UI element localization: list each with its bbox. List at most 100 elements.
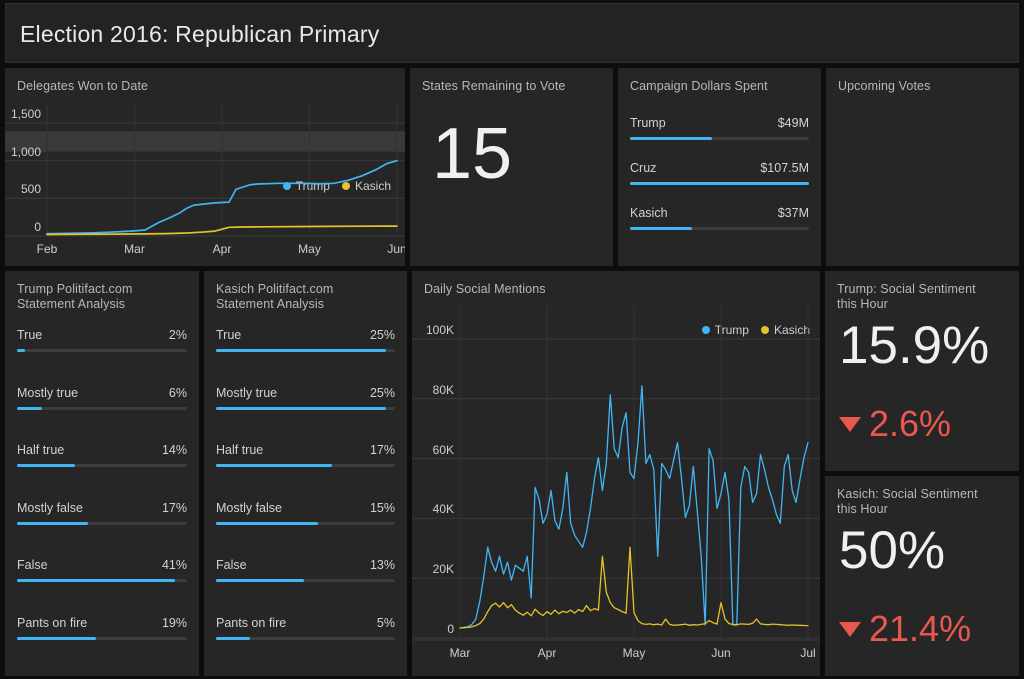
chart-highlight-band xyxy=(5,131,405,152)
trump-sentiment-delta-value: 2.6% xyxy=(869,403,952,444)
dollars-label-cruz: Cruz xyxy=(630,161,657,175)
dollars-label-trump: Trump xyxy=(630,116,666,130)
chart-social-mentions: 0 20K 40K 60K 80K 100K Mar Apr May Jun Jul xyxy=(412,305,820,676)
y-tick-label: 80K xyxy=(432,382,454,397)
y-tick-label: 1,000 xyxy=(10,144,41,159)
trump-pf-fill-half-true xyxy=(17,464,75,467)
kasich-pf-value-mostly-false: 15% xyxy=(369,500,395,515)
trump-pf-label-true: True xyxy=(17,328,43,342)
triangle-down-icon xyxy=(839,621,861,637)
panel-title-trump-politifact: Trump Politifact.com Statement Analysis xyxy=(17,282,133,311)
trump-pf-fill-mostly-false xyxy=(17,521,88,525)
trump-pf-track-half-true xyxy=(17,464,187,467)
trump-pf-track-false xyxy=(17,579,187,582)
panel-trump-politifact: Trump Politifact.com Statement Analysis … xyxy=(5,271,199,676)
dollars-value-kasich: $37M xyxy=(777,206,809,220)
trump-pf-label-mostly-false: Mostly false xyxy=(17,500,83,515)
dashboard-root: Election 2016: Republican Primary Delega… xyxy=(0,0,1024,679)
panel-trump-sentiment: Trump: Social Sentiment this Hour 15.9% … xyxy=(825,271,1019,471)
x-tick-label: Apr xyxy=(212,242,232,256)
social_mentions-svg xyxy=(412,305,820,641)
dollars-value-cruz: $107.5M xyxy=(760,161,809,175)
panel-title-kasich-sentiment: Kasich: Social Sentiment this Hour xyxy=(837,487,978,516)
dollars-track-cruz xyxy=(630,182,809,185)
kasich-pf-label-mostly-true: Mostly true xyxy=(216,385,278,400)
panel-title-states-remaining: States Remaining to Vote xyxy=(422,79,566,93)
panel-states-remaining: States Remaining to Vote 15 xyxy=(410,68,613,266)
y-tick-label: 20K xyxy=(432,562,454,577)
kasich-pf-fill-mostly-true xyxy=(216,406,387,410)
trump-pf-value-pants-on-fire: 19% xyxy=(161,615,187,630)
trump-pf-value-mostly-false: 17% xyxy=(161,500,187,515)
trump-sentiment-value: 15.9% xyxy=(839,316,990,375)
panel-title-social-mentions: Daily Social Mentions xyxy=(424,282,546,296)
trump-pf-fill-true xyxy=(17,349,26,352)
trump-pf-label-mostly-true: Mostly true xyxy=(17,385,79,400)
x-tick-label: Jul xyxy=(800,646,816,660)
x-tick-label: Apr xyxy=(537,646,557,660)
x-tick-label: Feb xyxy=(36,242,58,256)
y-tick-label: 40K xyxy=(432,502,454,517)
x-tick-label: Mar xyxy=(124,242,145,256)
y-tick-label: 0 xyxy=(447,622,454,637)
kasich-pf-label-mostly-false: Mostly false xyxy=(216,500,282,515)
kasich-pf-label-half-true: Half true xyxy=(216,443,264,457)
trump-pf-label-false: False xyxy=(17,558,48,572)
kasich-sentiment-value: 50% xyxy=(839,521,946,580)
panel-kasich-sentiment: Kasich: Social Sentiment this Hour 50% 2… xyxy=(825,476,1019,676)
kasich-pf-value-half-true: 17% xyxy=(369,443,395,457)
trump-pf-fill-mostly-true xyxy=(17,406,42,410)
kasich-pf-fill-true xyxy=(216,349,387,352)
trump-sentiment-delta: 2.6% xyxy=(839,406,951,442)
trump-pf-label-half-true: Half true xyxy=(17,443,65,457)
kasich-pf-track-mostly-false xyxy=(216,521,395,525)
trump-pf-track-true xyxy=(17,349,187,352)
kasich-pf-label-pants-on-fire: Pants on fire xyxy=(216,615,287,630)
triangle-down-icon xyxy=(839,416,861,432)
dollars-track-kasich xyxy=(630,227,809,230)
dollars-fill-cruz xyxy=(630,182,809,185)
panel-upcoming-votes: Upcoming Votes xyxy=(826,68,1019,266)
kasich-pf-value-true: 25% xyxy=(369,328,395,342)
trump-pf-track-mostly-true xyxy=(17,406,187,410)
kasich-pf-track-true xyxy=(216,349,395,352)
panel-title-kasich-politifact: Kasich Politifact.com Statement Analysis xyxy=(216,282,334,311)
kasich-pf-track-mostly-true xyxy=(216,406,395,410)
y-tick-label: 0 xyxy=(34,219,41,234)
kasich-pf-label-true: True xyxy=(216,328,242,342)
y-tick-label: 500 xyxy=(20,182,41,197)
panel-title-trump-sentiment: Trump: Social Sentiment this Hour xyxy=(837,282,976,311)
trump-pf-value-mostly-true: 6% xyxy=(168,385,187,400)
kasich-pf-value-false: 13% xyxy=(369,558,395,572)
kasich-pf-value-mostly-true: 25% xyxy=(369,385,395,400)
trump-pf-value-true: 2% xyxy=(168,328,187,342)
dollars-fill-kasich xyxy=(630,227,692,230)
kasich-sentiment-delta-value: 21.4% xyxy=(869,608,972,649)
trump-pf-fill-pants-on-fire xyxy=(17,636,96,640)
x-tick-label: Jun xyxy=(711,646,731,660)
trump-pf-label-pants-on-fire: Pants on fire xyxy=(17,615,88,630)
y-tick-label: 1,500 xyxy=(10,107,41,121)
panel-campaign-dollars: Campaign Dollars Spent Trump $49M Cruz $107… xyxy=(618,68,821,266)
kasich-pf-fill-pants-on-fire xyxy=(216,636,250,640)
page-title: Election 2016: Republican Primary xyxy=(20,21,380,47)
panel-social-mentions: Daily Social Mentions Trump Kasich 0 20K 4… xyxy=(412,271,820,676)
x-tick-label: Mar xyxy=(449,646,471,660)
dollars-track-trump xyxy=(630,137,809,140)
kasich-pf-label-false: False xyxy=(216,558,247,572)
kasich-sentiment-delta: 21.4% xyxy=(839,611,971,647)
dashboard-header: Election 2016: Republican Primary xyxy=(5,3,1019,63)
kasich-pf-track-false xyxy=(216,579,395,582)
kasich-pf-fill-mostly-false xyxy=(216,521,319,525)
dollars-label-kasich: Kasich xyxy=(630,206,668,220)
y-tick-label: 100K xyxy=(425,322,454,337)
panel-title-campaign-dollars: Campaign Dollars Spent xyxy=(630,79,768,93)
trump-pf-fill-false xyxy=(17,579,176,582)
dollars-value-trump: $49M xyxy=(777,116,809,130)
dollars-fill-trump xyxy=(630,137,712,140)
panel-title-delegates: Delegates Won to Date xyxy=(17,79,149,93)
panel-delegates-won: Delegates Won to Date Trump Kasich 0 500 1… xyxy=(5,68,405,266)
states-remaining-value: 15 xyxy=(432,114,513,194)
kasich-pf-fill-half-true xyxy=(216,464,332,467)
trump-pf-track-pants-on-fire xyxy=(17,636,187,640)
